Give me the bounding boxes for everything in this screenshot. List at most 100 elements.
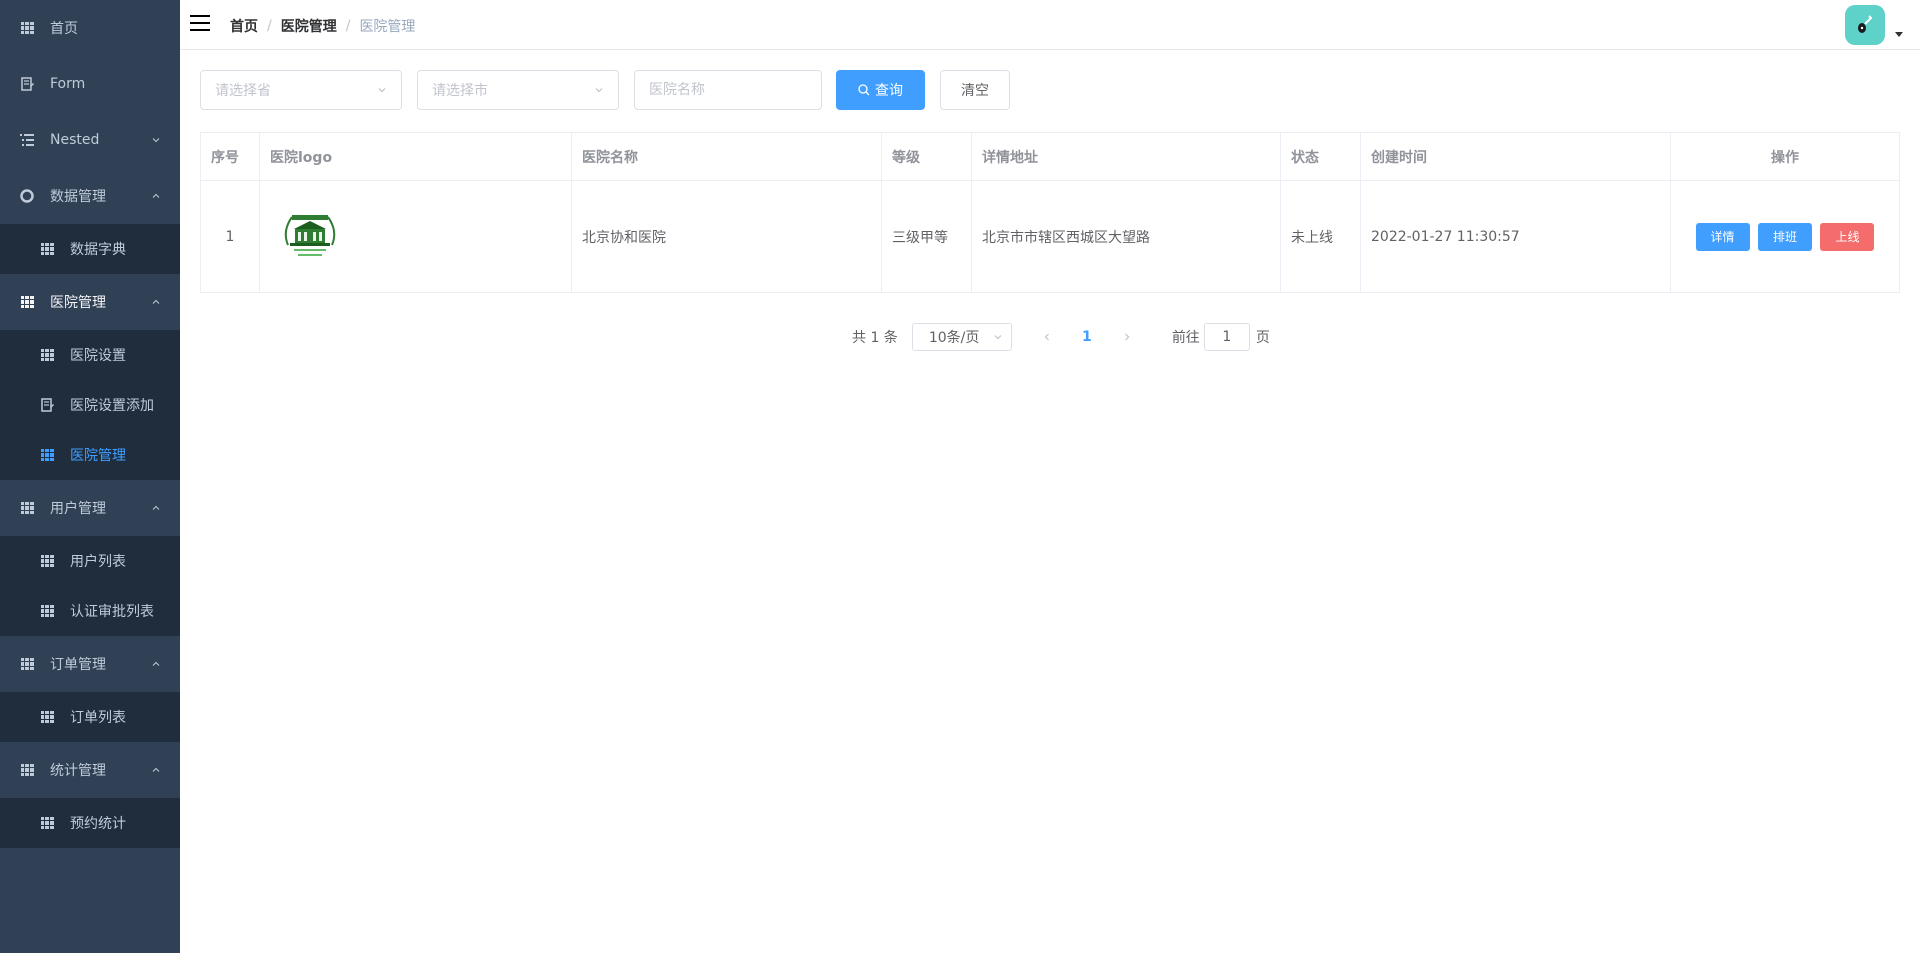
search-icon [858,84,870,96]
avatar[interactable] [1845,5,1885,45]
search-filters: 请选择省 请选择市 查询 清空 [200,70,1010,110]
sidebar-item-home[interactable]: 首页 [0,0,180,56]
table-icon [40,554,54,568]
prev-page-button[interactable] [1032,323,1062,351]
header-created: 创建时间 [1360,132,1671,181]
cell-logo [259,180,572,293]
breadcrumb-separator: / [345,18,351,34]
table-icon [20,657,34,671]
sidebar-item-data-management[interactable]: 数据管理 [0,168,180,224]
header-address: 详情地址 [971,132,1281,181]
table-header-row: 序号 医院logo 医院名称 等级 详情地址 状态 创建时间 操作 [200,132,1900,181]
sidebar-item-form[interactable]: Form [0,56,180,112]
sidebar-item-label: 数据字典 [70,242,126,258]
sidebar-item-label: 统计管理 [50,763,106,779]
sidebar-item-hospital-manage[interactable]: 医院管理 [0,430,180,480]
nested-list-icon [20,133,34,147]
breadcrumb-current: 医院管理 [359,19,416,35]
caret-down-icon[interactable] [1895,32,1903,37]
chevron-down-icon [378,88,386,93]
page-number-1[interactable]: 1 [1072,323,1102,351]
header-level: 等级 [881,132,972,181]
hospital-logo-image [284,214,336,256]
sidebar-item-user-list[interactable]: 用户列表 [0,536,180,586]
submenu-data-management: 数据字典 [0,224,180,274]
city-select-placeholder: 请选择市 [432,83,488,99]
sidebar-item-hospital-settings[interactable]: 医院设置 [0,330,180,380]
table-icon [20,763,34,777]
province-select[interactable]: 请选择省 [200,70,402,110]
sidebar-item-stats-management[interactable]: 统计管理 [0,742,180,798]
header-name: 医院名称 [571,132,882,181]
sidebar: 首页 Form Nested 数据管理 数据字典 医院管理 医院设置 医院设置添… [0,0,180,953]
sidebar-item-hospital-management[interactable]: 医院管理 [0,274,180,330]
hospital-table: 序号 医院logo 医院名称 等级 详情地址 状态 创建时间 操作 1 北京协和… [200,132,1900,293]
table-icon [20,21,34,35]
clear-button[interactable]: 清空 [940,70,1010,110]
sidebar-item-label: 医院管理 [70,448,126,464]
submenu-order-management: 订单列表 [0,692,180,742]
sidebar-item-hospital-settings-add[interactable]: 医院设置添加 [0,380,180,430]
cell-actions: 详情 排班 上线 [1670,180,1900,293]
city-select[interactable]: 请选择市 [417,70,619,110]
form-icon [40,398,54,412]
pagination: 共 1 条 10条/页 1 前往 页 [852,323,1270,351]
detail-button[interactable]: 详情 [1695,222,1750,251]
sidebar-item-label: 用户管理 [50,501,106,517]
breadcrumb-home[interactable]: 首页 [230,16,258,36]
form-icon [20,77,34,91]
chevron-down-icon [595,88,603,93]
breadcrumb-hospital-management[interactable]: 医院管理 [281,16,337,36]
header-status: 状态 [1280,132,1361,181]
cell-address: 北京市市辖区西城区大望路 [971,180,1281,293]
chevron-up-icon [152,661,160,666]
sidebar-item-label: 医院设置添加 [70,398,154,414]
sidebar-item-label: 医院管理 [50,295,106,311]
sidebar-item-label: 医院设置 [70,348,126,364]
table-icon [20,501,34,515]
table-icon [40,242,54,256]
cell-status: 未上线 [1280,180,1361,293]
sidebar-item-booking-stats[interactable]: 预约统计 [0,798,180,848]
goto-page-input[interactable] [1203,323,1250,351]
submenu-user-management: 用户列表 认证审批列表 [0,536,180,636]
sidebar-item-label: 数据管理 [50,189,106,205]
cell-created: 2022-01-27 11:30:57 [1360,180,1671,293]
lifebuoy-icon [20,189,34,203]
avatar-guitar-icon [1858,15,1873,33]
sidebar-item-nested[interactable]: Nested [0,112,180,168]
table-icon [40,348,54,362]
sidebar-item-order-management[interactable]: 订单管理 [0,636,180,692]
page-size-value: 10条/页 [928,330,980,346]
cell-index: 1 [200,180,260,293]
hospital-name-input[interactable] [634,70,822,110]
search-button[interactable]: 查询 [836,70,925,110]
page-size-select[interactable]: 10条/页 [911,323,1012,351]
next-page-button[interactable] [1112,323,1142,351]
header-actions: 操作 [1670,132,1900,181]
table-icon [40,710,54,724]
table-icon [40,816,54,830]
chevron-up-icon [152,505,160,510]
table-icon [40,448,54,462]
clear-button-label: 清空 [961,83,989,99]
online-button[interactable]: 上线 [1820,222,1875,251]
sidebar-item-order-list[interactable]: 订单列表 [0,692,180,742]
goto-prefix: 前往 [1171,330,1200,346]
sidebar-item-user-management[interactable]: 用户管理 [0,480,180,536]
sidebar-item-label: 首页 [50,21,78,37]
search-button-label: 查询 [875,83,903,99]
schedule-button[interactable]: 排班 [1757,222,1812,251]
sidebar-item-label: 订单管理 [50,657,106,673]
chevron-down-icon [994,335,1002,340]
breadcrumb: 首页 / 医院管理 / 医院管理 [230,16,415,36]
sidebar-item-label: 认证审批列表 [70,604,154,620]
sidebar-item-auth-list[interactable]: 认证审批列表 [0,586,180,636]
province-select-placeholder: 请选择省 [215,83,271,99]
hamburger-menu-icon[interactable] [190,15,210,33]
sidebar-item-label: 预约统计 [70,816,126,832]
goto-suffix: 页 [1255,330,1270,346]
sidebar-item-data-dict[interactable]: 数据字典 [0,224,180,274]
chevron-up-icon [152,193,160,198]
submenu-stats-management: 预约统计 [0,798,180,848]
